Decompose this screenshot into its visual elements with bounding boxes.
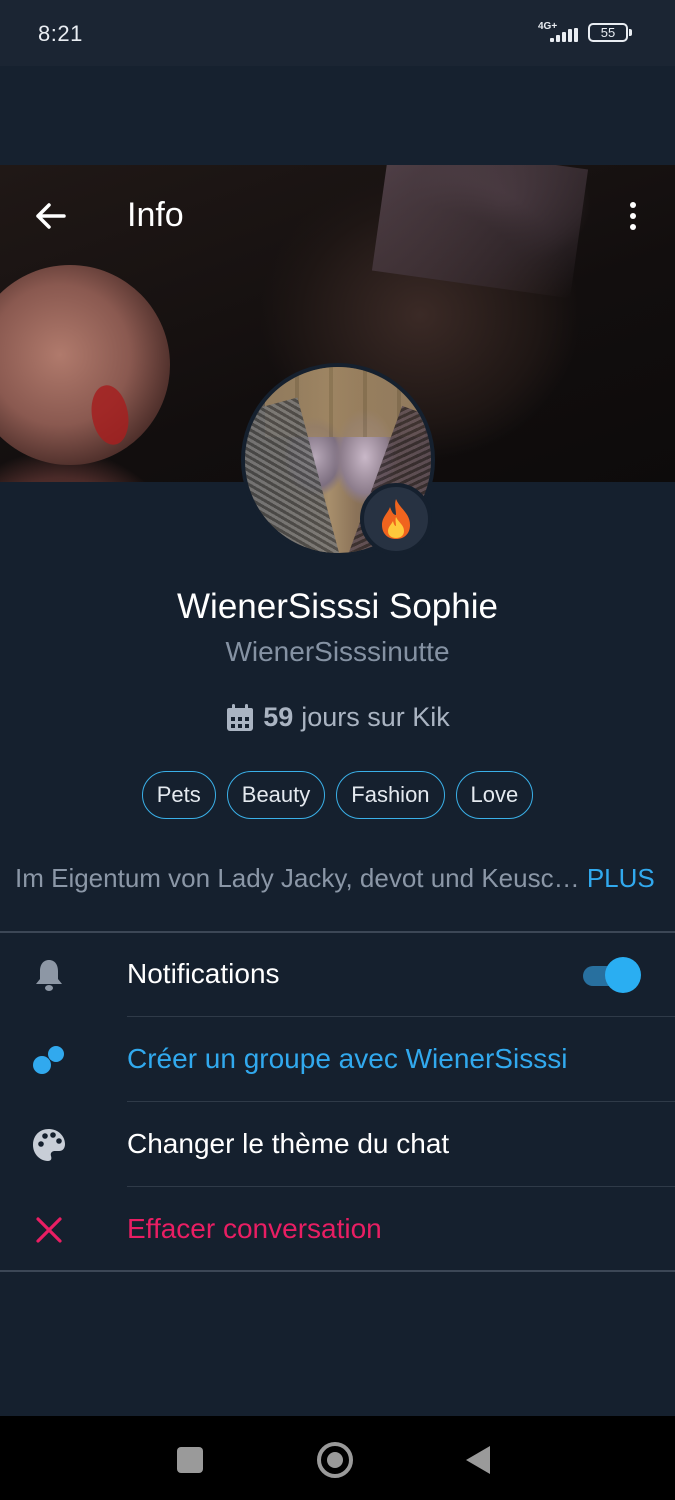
header-spacer [0, 66, 675, 165]
arrow-left-icon [36, 203, 66, 229]
battery-icon: 55 [588, 23, 632, 42]
username: WienerSisssinutte [225, 636, 450, 667]
clear-conversation-label: Effacer conversation [127, 1213, 382, 1244]
close-x-icon [30, 1211, 68, 1249]
bio-more-link[interactable]: PLUS [587, 863, 655, 893]
home-button[interactable] [317, 1442, 353, 1478]
tag-beauty[interactable]: Beauty [226, 771, 326, 819]
system-nav-bar [0, 1416, 675, 1500]
create-group-label: Créer un groupe avec WienerSisssi [127, 1043, 568, 1074]
battery-level: 55 [600, 25, 616, 40]
more-vertical-icon [630, 202, 636, 208]
fire-icon [360, 483, 432, 555]
bio: Im Eigentum von Lady Jacky, devot und Ke… [15, 863, 665, 894]
palette-icon [30, 1126, 68, 1164]
clear-conversation-row[interactable]: Effacer conversation [0, 1187, 675, 1272]
divider [0, 1270, 675, 1272]
create-group-row[interactable]: Créer un groupe avec WienerSisssi [0, 1017, 675, 1102]
days-label: jours sur Kik [301, 702, 450, 732]
display-name: WienerSisssi Sophie [177, 587, 498, 626]
interest-tags: Pets Beauty Fashion Love [0, 771, 675, 819]
change-theme-label: Changer le thème du chat [127, 1128, 450, 1159]
status-bar: 8:21 4G+ 55 [0, 0, 675, 66]
recents-button[interactable] [177, 1447, 203, 1473]
tag-pets[interactable]: Pets [141, 771, 216, 819]
bio-text: Im Eigentum von Lady Jacky, devot und Ke… [15, 863, 580, 893]
change-theme-row[interactable]: Changer le thème du chat [0, 1102, 675, 1187]
page-title: Info [127, 196, 184, 234]
back-button[interactable] [30, 196, 70, 236]
status-time: 8:21 [38, 21, 83, 46]
group-dots-icon [30, 1041, 68, 1079]
signal-icon: 4G+ [538, 21, 580, 44]
bell-icon [30, 956, 68, 994]
system-back-button[interactable] [466, 1446, 490, 1474]
tag-fashion[interactable]: Fashion [336, 771, 445, 819]
notifications-row[interactable]: Notifications [0, 932, 675, 1017]
more-options-button[interactable] [614, 196, 652, 236]
notifications-label: Notifications [127, 958, 280, 989]
notifications-toggle[interactable] [583, 957, 641, 993]
days-on-kik: 59 jours sur Kik [0, 702, 675, 733]
tag-love[interactable]: Love [455, 771, 534, 819]
calendar-icon [227, 703, 254, 731]
days-count: 59 [263, 702, 294, 732]
